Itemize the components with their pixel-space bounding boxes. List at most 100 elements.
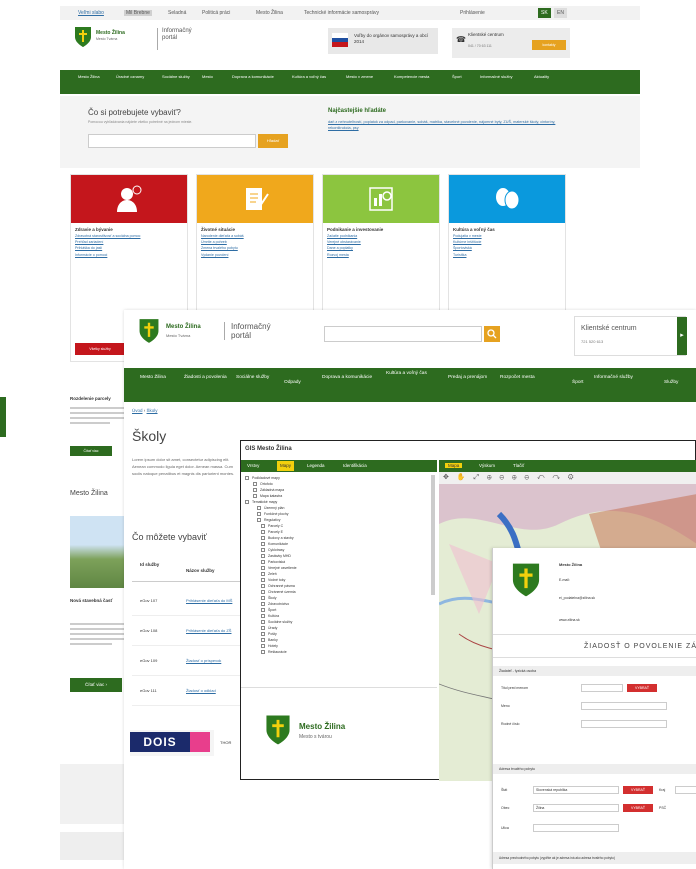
search-button[interactable] — [484, 326, 500, 342]
dois-logo[interactable]: DOIS — [130, 732, 190, 752]
tab-legend[interactable]: Legenda — [307, 463, 325, 468]
nav-item[interactable]: Kompetencie mesta — [394, 74, 429, 79]
checkbox[interactable] — [257, 506, 261, 511]
checkbox[interactable] — [261, 644, 265, 649]
all-services-button[interactable]: Všetky služby — [75, 343, 125, 355]
topbar-link[interactable]: Technické informácie samosprávy — [304, 10, 379, 16]
news-read-more-button[interactable]: Čítať viac — [70, 446, 112, 456]
title-input[interactable] — [581, 684, 623, 692]
checkbox[interactable] — [245, 476, 249, 481]
nav-item[interactable]: Doprava a komunikácie — [322, 375, 372, 381]
lang-en[interactable]: EN — [554, 8, 567, 18]
breadcrumb-home[interactable]: Úvod — [132, 408, 143, 413]
birth-number-input[interactable] — [581, 720, 667, 728]
checkbox[interactable] — [261, 602, 265, 607]
tab-maps[interactable]: Mapy — [277, 461, 295, 471]
checkbox[interactable] — [261, 572, 265, 577]
nav-item[interactable]: Doprava a komunikácie — [232, 74, 274, 79]
nav-item[interactable]: Informačné služby — [594, 375, 633, 381]
table-row[interactable]: eGov 107 Prihlásenie dieťaťa do MŠ — [132, 586, 242, 616]
select-button[interactable]: VYBRAŤ — [623, 804, 653, 812]
topbar-link[interactable]: Mil Brebne — [124, 10, 152, 16]
nav-item[interactable]: Sociálne služby — [236, 375, 269, 381]
street-input[interactable] — [533, 824, 619, 832]
chevron-right-icon[interactable]: ▸ — [677, 317, 687, 355]
topbar-link[interactable]: Veľmi slabo — [78, 10, 104, 16]
search-input[interactable] — [88, 134, 256, 148]
checkbox[interactable] — [257, 518, 261, 523]
card-link[interactable]: Dane a poplatky — [327, 246, 435, 250]
checkbox[interactable] — [261, 530, 265, 535]
topbar-link[interactable]: Mesto Žilina — [256, 10, 283, 16]
checkbox[interactable] — [261, 590, 265, 595]
card-link[interactable]: Podujatia v meste — [453, 234, 561, 238]
checkbox[interactable] — [261, 584, 265, 589]
checkbox[interactable] — [261, 536, 265, 541]
nav-item[interactable]: Mesto v zmene — [346, 74, 373, 79]
card-link[interactable]: Narodenie dieťaťa a sobáš — [201, 234, 309, 238]
nav-item[interactable]: Rozpočet mesta — [500, 375, 535, 381]
checkbox[interactable] — [257, 512, 261, 517]
checkbox[interactable] — [261, 620, 265, 625]
table-row[interactable]: eGov 108 Prihlásenie dieťaťa do ZŠ — [132, 616, 242, 646]
checkbox[interactable] — [261, 608, 265, 613]
search-input[interactable] — [324, 326, 482, 342]
elections-banner[interactable]: Voľby do orgánov samosprávy a obcí 2014 — [328, 28, 438, 54]
region-input[interactable] — [675, 786, 696, 794]
nav-item[interactable]: Šport — [572, 380, 583, 386]
city-input[interactable]: Žilina — [533, 804, 619, 812]
nav-item[interactable]: Žiadosti a povolenia — [184, 375, 227, 381]
nav-item[interactable]: Aktuality — [534, 74, 549, 79]
checkbox[interactable] — [253, 488, 257, 493]
nav-item[interactable]: Informačné služby — [480, 74, 512, 79]
card-link[interactable]: Turistika — [453, 253, 561, 257]
card-link[interactable]: Rozvoj mesta — [327, 253, 435, 257]
tab-identify[interactable]: Identifikácia — [343, 463, 367, 468]
select-button[interactable]: VYBRAŤ — [623, 786, 653, 794]
nav-item[interactable]: Mesto Žilina — [140, 375, 166, 381]
topbar-link[interactable]: Politicá práci — [202, 10, 230, 16]
card-link[interactable]: Vydanie povolení — [201, 253, 309, 257]
name-input[interactable] — [581, 702, 667, 710]
map-tab[interactable]: Výskum — [479, 463, 495, 468]
card-link[interactable]: Prehľad zariadení — [75, 240, 183, 244]
card-link[interactable]: Zmena trvalého pobytu — [201, 246, 309, 250]
topbar-link[interactable]: Seladná — [168, 10, 186, 16]
checkbox[interactable] — [261, 632, 265, 637]
table-row[interactable]: eGov 109 Žiadosť o príspevok — [132, 646, 242, 676]
checkbox[interactable] — [245, 500, 249, 505]
nav-item[interactable]: Sociálne služby — [162, 74, 190, 79]
card-link[interactable]: Informácie o pomoci — [75, 253, 183, 257]
card-link[interactable]: Verejné obstarávanie — [327, 240, 435, 244]
card-link[interactable]: Prihláška do jaslí — [75, 246, 183, 250]
nav-item[interactable]: Odpady — [284, 380, 301, 386]
tab-layers[interactable]: Vrstvy — [247, 463, 259, 468]
nav-item[interactable]: Služby — [664, 380, 678, 386]
login-link[interactable]: Prihlásenie — [460, 10, 485, 16]
popular-links[interactable]: daň z nehnuteľností, poplatok za odpad, … — [328, 120, 568, 131]
map-tab[interactable]: Mapa — [445, 463, 463, 468]
checkbox[interactable] — [261, 626, 265, 631]
checkbox[interactable] — [261, 638, 265, 643]
breadcrumb-current[interactable]: Školy — [147, 408, 158, 413]
nav-item[interactable]: Kultúra a voľný čas — [292, 74, 326, 79]
checkbox[interactable] — [261, 524, 265, 529]
layer-tree-item[interactable]: Reštaurácie — [245, 649, 433, 655]
checkbox[interactable] — [261, 542, 265, 547]
table-row[interactable]: eGov 111 Žiadosť o odklad — [132, 676, 242, 706]
card-link[interactable]: Športoviská — [453, 246, 561, 250]
map-toolbar[interactable]: ✥ ✋ ⤢ ⊕ ⊖ ⊕ ⊖ ↶ ↷ ⚙ — [439, 472, 696, 484]
card-link[interactable]: Úmrtie a pohreb — [201, 240, 309, 244]
select-button[interactable]: VYBRAŤ — [627, 684, 657, 692]
map-tab[interactable]: Tlačiť — [513, 463, 524, 468]
contacts-button[interactable]: kontakty — [532, 40, 566, 50]
checkbox[interactable] — [261, 596, 265, 601]
checkbox[interactable] — [261, 578, 265, 583]
nav-item[interactable]: Mesto — [202, 74, 213, 79]
checkbox[interactable] — [253, 494, 257, 499]
checkbox[interactable] — [261, 614, 265, 619]
country-input[interactable]: Slovenská republika — [533, 786, 619, 794]
checkbox[interactable] — [261, 560, 265, 565]
nav-item[interactable]: Šport — [452, 74, 462, 79]
checkbox[interactable] — [261, 566, 265, 571]
